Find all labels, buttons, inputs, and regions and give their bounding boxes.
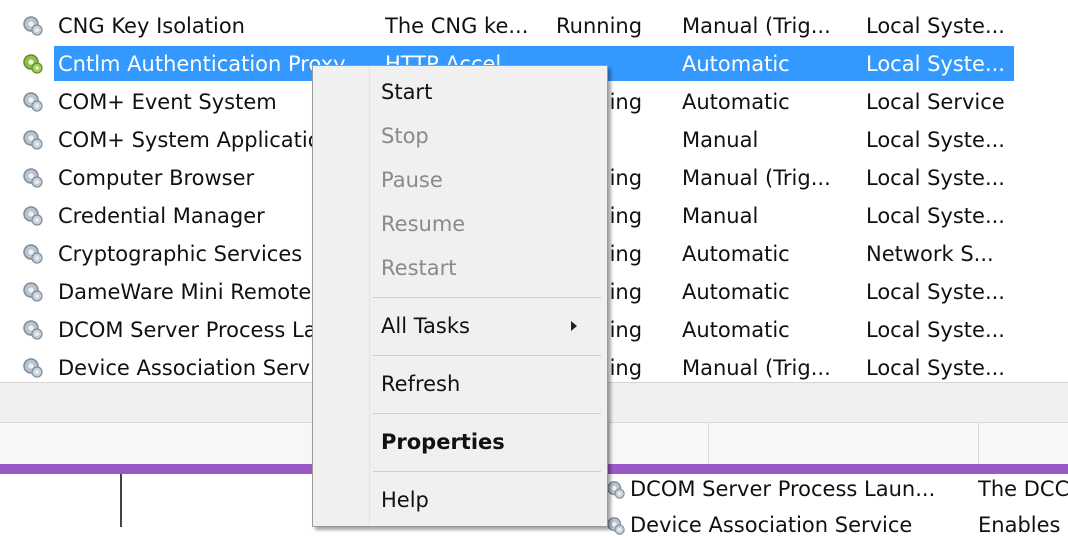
- gear-icon: [22, 319, 44, 341]
- column-divider[interactable]: [978, 423, 979, 465]
- lower-service-name[interactable]: Device Association Service: [630, 513, 912, 537]
- menu-separator: [373, 297, 601, 298]
- service-row[interactable]: CNG Key Isolation The CNG ke... Running …: [0, 7, 1068, 45]
- service-name: Cntlm Authentication Proxy: [58, 52, 346, 76]
- service-startup-type: Manual (Trig...: [682, 14, 831, 38]
- service-logon: Local Syste...: [866, 280, 1005, 304]
- menu-separator: [373, 413, 601, 414]
- service-name: COM+ System Application: [58, 128, 334, 152]
- service-name: DameWare Mini Remote Control: [58, 280, 348, 304]
- service-name: Credential Manager: [58, 204, 265, 228]
- service-name: Computer Browser: [58, 166, 255, 190]
- service-name: Device Association Service: [58, 356, 341, 380]
- service-startup-type: Manual: [682, 204, 759, 228]
- menu-separator: [373, 471, 601, 472]
- column-divider[interactable]: [608, 423, 609, 465]
- lower-service-description: The DCC: [978, 477, 1068, 501]
- gear-icon: [22, 15, 44, 37]
- service-logon: Local Syste...: [866, 204, 1005, 228]
- service-logon: Local Service: [866, 90, 1005, 114]
- service-startup-type: Manual (Trig...: [682, 166, 831, 190]
- service-startup-type: Automatic: [682, 242, 790, 266]
- menu-item-stop: Stop: [381, 124, 429, 148]
- menu-item-start[interactable]: Start: [381, 78, 432, 106]
- service-logon: Local Syste...: [866, 356, 1005, 380]
- gear-icon: [606, 516, 626, 536]
- pane-divider: [120, 474, 122, 527]
- gear-icon: [22, 91, 44, 113]
- menu-icon-gutter: [369, 66, 370, 526]
- menu-item-all-tasks[interactable]: All Tasks: [381, 312, 470, 340]
- gear-icon: [22, 205, 44, 227]
- lower-service-name[interactable]: DCOM Server Process Laun...: [630, 477, 935, 501]
- service-name: COM+ Event System: [58, 90, 277, 114]
- gear-icon: [22, 281, 44, 303]
- service-startup-type: Automatic: [682, 90, 790, 114]
- service-name: DCOM Server Process Launcher: [58, 318, 348, 342]
- gear-icon: [22, 357, 44, 379]
- service-startup-type: Manual: [682, 128, 759, 152]
- service-startup-type: Automatic: [682, 52, 790, 76]
- lower-service-description: Enables: [978, 513, 1061, 537]
- service-logon: Local Syste...: [866, 318, 1005, 342]
- context-menu: Start Stop Pause Resume Restart All Task…: [312, 65, 608, 527]
- menu-item-refresh[interactable]: Refresh: [381, 370, 460, 398]
- service-logon: Local Syste...: [866, 166, 1005, 190]
- gear-icon: [22, 167, 44, 189]
- service-logon: Network S...: [866, 242, 994, 266]
- service-logon: Local Syste...: [866, 128, 1005, 152]
- service-name: CNG Key Isolation: [58, 14, 245, 38]
- gear-icon: [22, 53, 44, 75]
- service-logon: Local Syste...: [866, 14, 1005, 38]
- menu-separator: [373, 355, 601, 356]
- service-description: The CNG ke...: [385, 14, 529, 38]
- service-startup-type: Automatic: [682, 318, 790, 342]
- service-logon: Local Syste...: [866, 52, 1005, 76]
- gear-icon: [22, 129, 44, 151]
- gear-icon: [22, 243, 44, 265]
- submenu-arrow-icon: [571, 321, 577, 331]
- service-name: Cryptographic Services: [58, 242, 303, 266]
- menu-item-restart: Restart: [381, 256, 457, 280]
- column-divider[interactable]: [708, 423, 709, 465]
- service-status: Running: [556, 14, 643, 38]
- gear-icon: [606, 480, 626, 500]
- service-startup-type: Automatic: [682, 280, 790, 304]
- menu-item-help[interactable]: Help: [381, 486, 429, 514]
- menu-item-resume: Resume: [381, 212, 466, 236]
- menu-item-pause: Pause: [381, 168, 443, 192]
- service-startup-type: Manual (Trig...: [682, 356, 831, 380]
- menu-item-properties[interactable]: Properties: [381, 428, 505, 456]
